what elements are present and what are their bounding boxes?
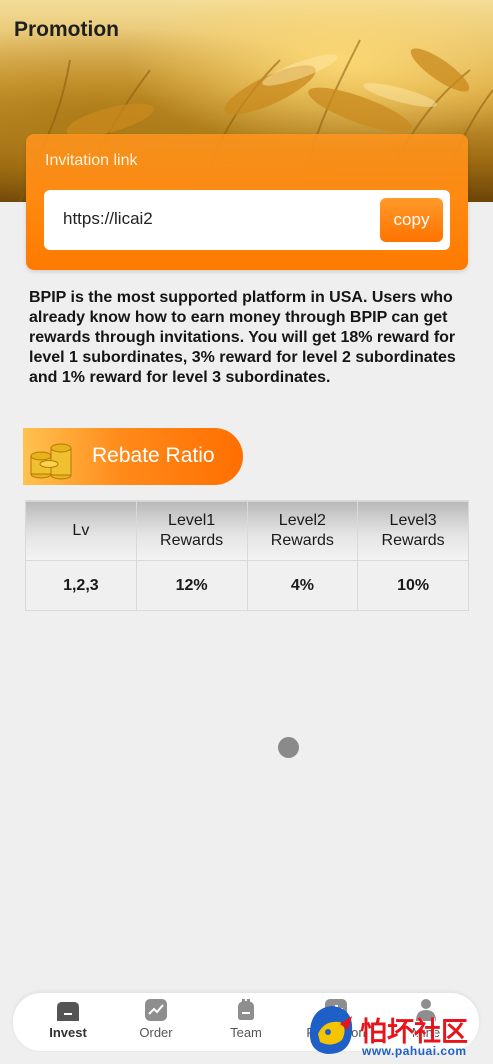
header-level1-rewards: Level1 Rewards bbox=[135, 500, 248, 561]
nav-item-order[interactable]: Order bbox=[116, 997, 196, 1049]
loading-spinner bbox=[278, 737, 299, 758]
home-icon bbox=[57, 1002, 79, 1021]
copy-button[interactable]: copy bbox=[380, 198, 443, 242]
cell-level3: 10% bbox=[357, 560, 469, 611]
nav-label-invest: Invest bbox=[49, 1025, 87, 1040]
invitation-card: Invitation link https://licai2 copy bbox=[26, 134, 468, 270]
rebate-ratio-banner: Rebate Ratio bbox=[23, 428, 243, 485]
chart-icon bbox=[145, 999, 167, 1021]
cell-level1: 12% bbox=[135, 560, 248, 611]
nav-label-order: Order bbox=[139, 1025, 173, 1040]
watermark-url: www.pahuai.com bbox=[362, 1044, 467, 1058]
team-icon bbox=[238, 999, 254, 1020]
header-level3-rewards: Level3 Rewards bbox=[357, 500, 469, 561]
invitation-link-label: Invitation link bbox=[45, 152, 138, 169]
table-header-row: Lv Level1 Rewards Level2 Rewards Level3 Rew… bbox=[25, 500, 469, 561]
cell-lv: 1,2,3 bbox=[25, 560, 137, 611]
promotion-description: BPIP is the most supported platform in U… bbox=[29, 289, 456, 386]
invitation-link-field[interactable]: https://licai2 copy bbox=[44, 190, 450, 250]
watermark-logo-icon bbox=[309, 1006, 353, 1054]
invitation-link-text[interactable]: https://licai2 bbox=[63, 209, 153, 229]
rebate-ratio-table: Lv Level1 Rewards Level2 Rewards Level3 Rew… bbox=[25, 500, 469, 611]
nav-label-team: Team bbox=[230, 1025, 262, 1040]
site-watermark: 怕坏社区 www.pahuai.com bbox=[300, 998, 493, 1064]
header-level2-rewards: Level2 Rewards bbox=[246, 500, 359, 561]
gold-coins-icon bbox=[30, 443, 72, 480]
page-title: Promotion bbox=[14, 18, 119, 41]
rebate-ratio-title: Rebate Ratio bbox=[92, 444, 215, 467]
header-lv: Lv bbox=[25, 500, 137, 561]
cell-level2: 4% bbox=[246, 560, 359, 611]
nav-item-team[interactable]: Team bbox=[206, 997, 286, 1049]
nav-item-invest[interactable]: Invest bbox=[28, 997, 108, 1049]
table-row: 1,2,3 12% 4% 10% bbox=[25, 560, 469, 611]
